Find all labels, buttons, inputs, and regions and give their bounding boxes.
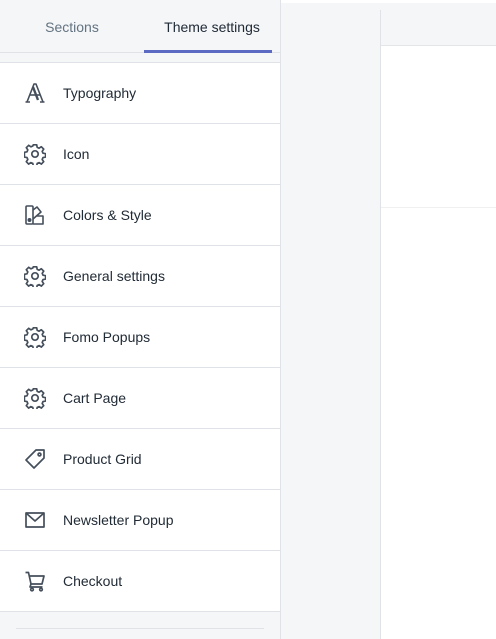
menu-item-cart-page[interactable]: Cart Page <box>0 368 280 429</box>
gear-icon <box>24 143 46 165</box>
menu-item-product-grid[interactable]: Product Grid <box>0 429 280 490</box>
sidebar-tabs: Sections Theme settings <box>0 0 280 53</box>
envelope-icon <box>24 509 46 531</box>
menu-item-label: Typography <box>63 85 137 101</box>
gear-icon <box>24 387 46 409</box>
sidebar-bottom-divider <box>16 628 264 629</box>
gear-icon <box>24 265 46 287</box>
menu-item-label: Icon <box>63 146 90 162</box>
menu-item-fomo-popups[interactable]: Fomo Popups <box>0 307 280 368</box>
preview-frame <box>380 10 496 639</box>
paint-palette-icon <box>24 204 46 226</box>
menu-item-general-settings[interactable]: General settings <box>0 246 280 307</box>
menu-item-label: Cart Page <box>63 390 127 406</box>
preview-header <box>381 10 496 46</box>
menu-item-label: Colors & Style <box>63 207 152 223</box>
menu-item-label: Fomo Popups <box>63 329 151 345</box>
preview-divider <box>381 207 496 208</box>
menu-item-label: Checkout <box>63 573 123 589</box>
menu-item-label: Product Grid <box>63 451 142 467</box>
menu-item-checkout[interactable]: Checkout <box>0 551 280 612</box>
sidebar: Sections Theme settings Typography Icon … <box>0 0 281 639</box>
menu-item-colors-style[interactable]: Colors & Style <box>0 185 280 246</box>
menu-item-typography[interactable]: Typography <box>0 63 280 124</box>
preview-top-strip <box>281 0 496 3</box>
theme-settings-menu: Typography Icon Colors & Style General s… <box>0 62 280 612</box>
tag-icon <box>24 448 46 470</box>
tab-sections[interactable]: Sections <box>0 0 144 53</box>
cart-icon <box>24 570 46 592</box>
typography-icon <box>24 82 46 104</box>
theme-editor: Sections Theme settings Typography Icon … <box>0 0 496 639</box>
menu-item-label: Newsletter Popup <box>63 512 174 528</box>
tab-theme-settings[interactable]: Theme settings <box>144 0 280 53</box>
menu-item-newsletter-popup[interactable]: Newsletter Popup <box>0 490 280 551</box>
menu-item-label: General settings <box>63 268 165 284</box>
menu-item-icon[interactable]: Icon <box>0 124 280 185</box>
gear-icon <box>24 326 46 348</box>
